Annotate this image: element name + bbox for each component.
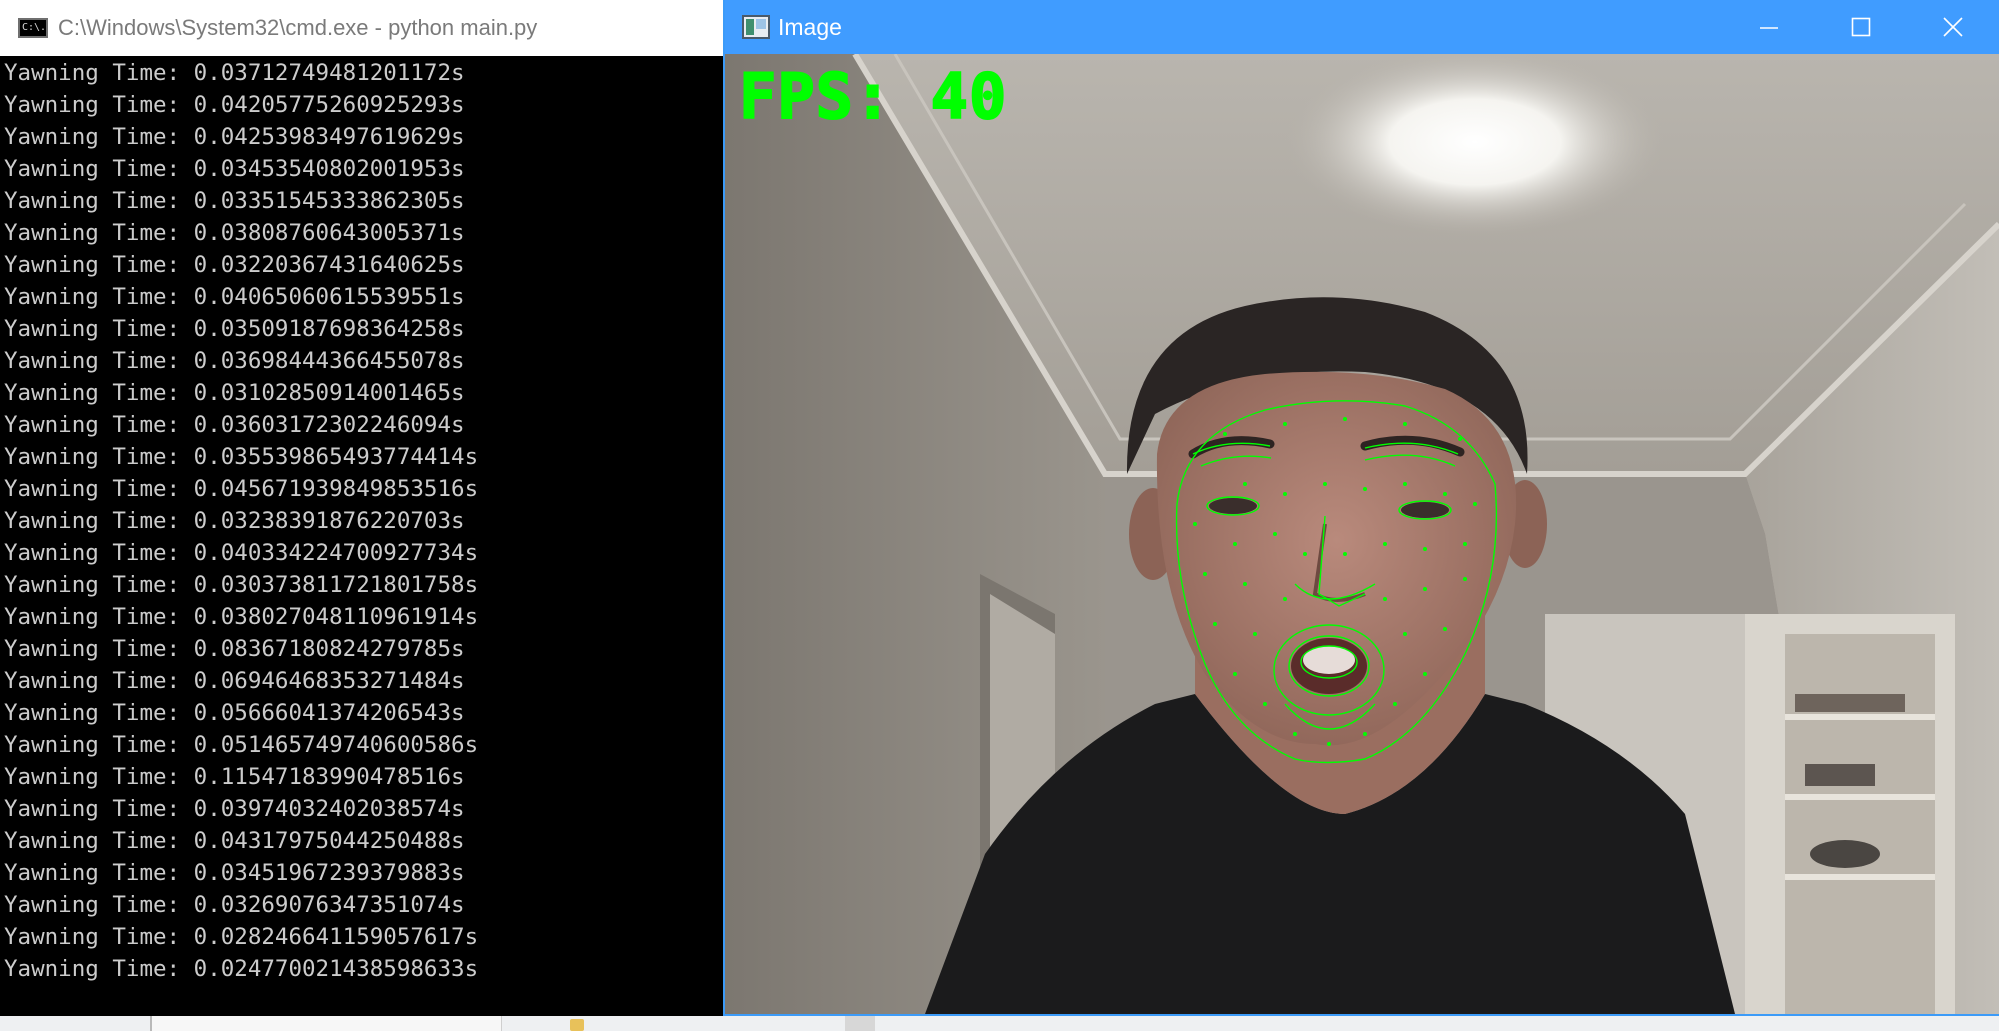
maximize-button[interactable] (1815, 0, 1907, 54)
maximize-icon (1851, 17, 1871, 37)
console-line: Yawning Time: 0.030373811721801758s (4, 572, 479, 598)
cmd-app-icon: C:\. (18, 18, 48, 38)
console-line: Yawning Time: 0.03220367431640625s (4, 252, 465, 278)
console-line: Yawning Time: 0.03451967239379883s (4, 860, 465, 886)
minimize-icon (1760, 27, 1778, 29)
image-window-title: Image (778, 13, 842, 40)
background-strip (0, 1015, 1999, 1031)
console-line: Yawning Time: 0.03453540802001953s (4, 156, 465, 182)
console-line: Yawning Time: 0.024770021438598633s (4, 956, 479, 982)
console-line: Yawning Time: 0.04317975044250488s (4, 828, 465, 854)
console-line: Yawning Time: 0.040334224700927734s (4, 540, 479, 566)
console-line: Yawning Time: 0.03238391876220703s (4, 508, 465, 534)
console-line: Yawning Time: 0.03269076347351074s (4, 892, 465, 918)
background-window (150, 1015, 502, 1031)
console-line: Yawning Time: 0.04065060615539551s (4, 284, 465, 310)
console-line: Yawning Time: 0.03351545333862305s (4, 188, 465, 214)
cmd-console-output[interactable]: Yawning Time: 0.03712749481201172s Yawni… (0, 56, 724, 1016)
desktop: C:\. C:\Windows\System32\cmd.exe - pytho… (0, 0, 1999, 1031)
console-line: Yawning Time: 0.03698444366455078s (4, 348, 465, 374)
console-line: Yawning Time: 0.051465749740600586s (4, 732, 479, 758)
console-line: Yawning Time: 0.08367180824279785s (4, 636, 465, 662)
background-scrollbar (845, 1015, 875, 1031)
console-line: Yawning Time: 0.04205775260925293s (4, 92, 465, 118)
console-line: Yawning Time: 0.04253983497619629s (4, 124, 465, 150)
console-line: Yawning Time: 0.03974032402038574s (4, 796, 465, 822)
console-line: Yawning Time: 0.05666041374206543s (4, 700, 465, 726)
webcam-frame: FPS: 40 (725, 54, 1999, 1014)
cmd-window[interactable]: C:\. C:\Windows\System32\cmd.exe - pytho… (0, 0, 724, 1016)
fps-overlay: FPS: 40 (738, 59, 1008, 134)
console-line: Yawning Time: 0.035539865493774414s (4, 444, 479, 470)
webcam-scene (725, 54, 1999, 1014)
console-line: Yawning Time: 0.03102850914001465s (4, 380, 465, 406)
close-button[interactable] (1907, 0, 1999, 54)
console-line: Yawning Time: 0.03603172302246094s (4, 412, 465, 438)
console-line: Yawning Time: 0.06946468353271484s (4, 668, 465, 694)
console-line: Yawning Time: 0.03712749481201172s (4, 60, 465, 86)
close-icon (1943, 17, 1963, 37)
console-line: Yawning Time: 0.038027048110961914s (4, 604, 479, 630)
image-titlebar[interactable]: Image (725, 0, 1999, 54)
cmd-window-title: C:\Windows\System32\cmd.exe - python mai… (58, 15, 538, 40)
console-line: Yawning Time: 0.11547183990478516s (4, 764, 465, 790)
image-window[interactable]: Image FPS: 40 (723, 0, 1999, 1016)
cmd-titlebar[interactable]: C:\. C:\Windows\System32\cmd.exe - pytho… (0, 0, 724, 56)
minimize-button[interactable] (1723, 0, 1815, 54)
console-line: Yawning Time: 0.03808760643005371s (4, 220, 465, 246)
console-line: Yawning Time: 0.03509187698364258s (4, 316, 465, 342)
image-app-icon (742, 15, 770, 39)
console-line: Yawning Time: 0.028246641159057617s (4, 924, 479, 950)
console-line: Yawning Time: 0.045671939849853516s (4, 476, 479, 502)
folder-icon (570, 1019, 584, 1031)
